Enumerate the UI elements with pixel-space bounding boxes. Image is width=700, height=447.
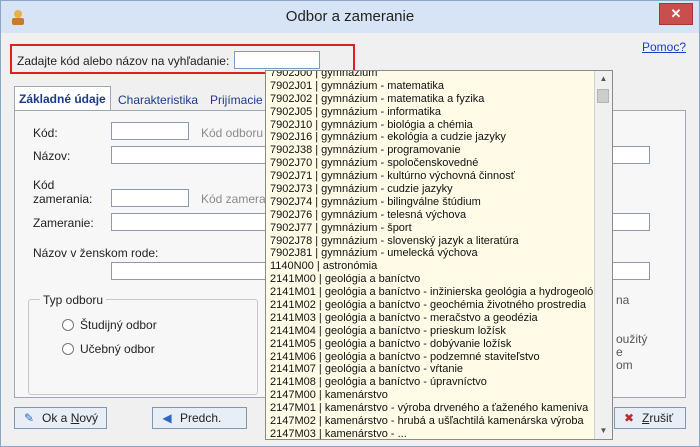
kod-hint: Kód odboru v <box>201 126 273 140</box>
radio-ucebny-label[interactable]: Učebný odbor <box>80 342 155 356</box>
tab-zakladne-udaje[interactable]: Základné údaje <box>14 86 111 111</box>
dropdown-item[interactable]: 2147M02 | kamenárstvo - hrubá a ušľachti… <box>268 415 594 428</box>
dropdown-item[interactable]: 7902J70 | gymnázium - spoločenskovedné <box>268 157 594 170</box>
dropdown-item[interactable]: 2141M05 | geológia a baníctvo - dobývani… <box>268 338 594 351</box>
scroll-down-icon[interactable]: ▼ <box>595 423 612 439</box>
dropdown-item[interactable]: 2147M01 | kamenárstvo - výroba drveného … <box>268 402 594 415</box>
scroll-up-icon[interactable]: ▲ <box>595 71 612 87</box>
right-text-om: om <box>616 358 633 372</box>
search-label: Zadajte kód alebo názov na vyhľadanie: <box>17 54 230 68</box>
tab-charakteristika[interactable]: Charakteristika <box>114 90 202 110</box>
dropdown-item[interactable]: 7902J05 | gymnázium - informatika <box>268 106 594 119</box>
nazov-zensky-label: Názov v ženskom rode: <box>33 246 159 260</box>
dropdown-item[interactable]: 7902J16 | gymnázium - ekológia a cudzie … <box>268 131 594 144</box>
radio-studijny-label[interactable]: Študijný odbor <box>80 318 157 332</box>
zameranie-field-right[interactable] <box>612 213 650 231</box>
nazov-label: Názov: <box>33 149 71 163</box>
close-button[interactable]: ✕ <box>659 3 693 25</box>
dropdown-item[interactable]: 1140N00 | astronómia <box>268 260 594 273</box>
dropdown-item[interactable]: 7902J81 | gymnázium - umelecká výchova <box>268 247 594 260</box>
nazov-zensky-field[interactable] <box>111 262 271 280</box>
nazov-field[interactable] <box>111 146 271 164</box>
nazov-zensky-field-right[interactable] <box>612 262 650 280</box>
dropdown-item[interactable]: 7902J73 | gymnázium - cudzie jazyky <box>268 183 594 196</box>
dropdown-item[interactable]: 2141M06 | geológia a baníctvo - podzemné… <box>268 351 594 364</box>
arrow-left-icon: ◀ <box>162 411 172 425</box>
dropdown-item[interactable]: 7902J10 | gymnázium - biológia a chémia <box>268 119 594 132</box>
dropdown-item[interactable]: 2141M02 | geológia a baníctvo - geochémi… <box>268 299 594 312</box>
zrusit-button[interactable]: ✖ Zrušiť <box>614 407 686 429</box>
search-input[interactable] <box>234 51 320 69</box>
right-text-pouzity: oužitý <box>616 332 648 346</box>
dropdown-list: 7902J00 | gymnázium 7902J01 | gymnázium -… <box>268 71 594 439</box>
dropdown-item[interactable]: 7902J76 | gymnázium - telesná výchova <box>268 209 594 222</box>
dropdown-item[interactable]: 2141M04 | geológia a baníctvo - prieskum… <box>268 325 594 338</box>
kod-field[interactable] <box>111 122 189 140</box>
dropdown-item[interactable]: 2147M03 | kamenárstvo - ... <box>268 428 594 439</box>
dropdown-item[interactable]: 2141M03 | geológia a baníctvo - meračstv… <box>268 312 594 325</box>
kod-label: Kód: <box>33 126 58 140</box>
radio-studijny[interactable] <box>62 319 74 331</box>
edit-arrow-icon: ✎ <box>23 411 35 425</box>
right-text-na: na <box>616 293 630 307</box>
typ-odboru-title: Typ odboru <box>40 293 107 307</box>
dropdown-item[interactable]: 7902J78 | gymnázium - slovenský jazyk a … <box>268 235 594 248</box>
dropdown-item[interactable]: 7902J38 | gymnázium - programovanie <box>268 144 594 157</box>
kod-zamerania-label-line1: Kód <box>33 178 55 192</box>
zameranie-label: Zameranie: <box>33 216 94 230</box>
dropdown-item[interactable]: 7902J77 | gymnázium - šport <box>268 222 594 235</box>
dropdown-item[interactable]: 7902J00 | gymnázium <box>268 71 594 80</box>
cancel-x-icon: ✖ <box>623 411 635 425</box>
kod-zamerania-label-line2: zamerania: <box>33 192 93 206</box>
radio-ucebny[interactable] <box>62 343 74 355</box>
dropdown-item[interactable]: 2141M01 | geológia a baníctvo - inžinier… <box>268 286 594 299</box>
help-link[interactable]: Pomoc? <box>642 40 686 54</box>
title-bar[interactable]: Odbor a zameranie ✕ <box>1 1 699 33</box>
dropdown-item[interactable]: 2141M08 | geológia a baníctvo - úpravníc… <box>268 376 594 389</box>
right-text-e: e <box>616 345 623 359</box>
zameranie-field[interactable] <box>111 213 271 231</box>
scroll-thumb[interactable] <box>597 89 609 103</box>
dropdown-item[interactable]: 2141M00 | geológia a baníctvo <box>268 273 594 286</box>
dropdown-item[interactable]: 7902J71 | gymnázium - kultúrno výchovná … <box>268 170 594 183</box>
window-title: Odbor a zameranie <box>285 8 415 25</box>
nazov-field-right[interactable] <box>612 146 650 164</box>
dropdown-item[interactable]: 7902J02 | gymnázium - matematika a fyzik… <box>268 93 594 106</box>
dropdown-scrollbar[interactable]: ▲ ▼ <box>594 71 612 439</box>
dropdown-item[interactable]: 2141M07 | geológia a baníctvo - vŕtanie <box>268 363 594 376</box>
dropdown-item[interactable]: 7902J74 | gymnázium - bilingválne štúdiu… <box>268 196 594 209</box>
search-results-dropdown[interactable]: 7902J00 | gymnázium 7902J01 | gymnázium -… <box>265 70 613 440</box>
predch-button[interactable]: ◀ Predch. <box>152 407 247 429</box>
kod-zamerania-field[interactable] <box>111 189 189 207</box>
ok-novy-button[interactable]: ✎ Ok a Nový <box>14 407 107 429</box>
dropdown-item[interactable]: 7902J01 | gymnázium - matematika <box>268 80 594 93</box>
kod-zamerania-hint: Kód zameran <box>201 192 273 206</box>
dropdown-item[interactable]: 2147M00 | kamenárstvo <box>268 389 594 402</box>
